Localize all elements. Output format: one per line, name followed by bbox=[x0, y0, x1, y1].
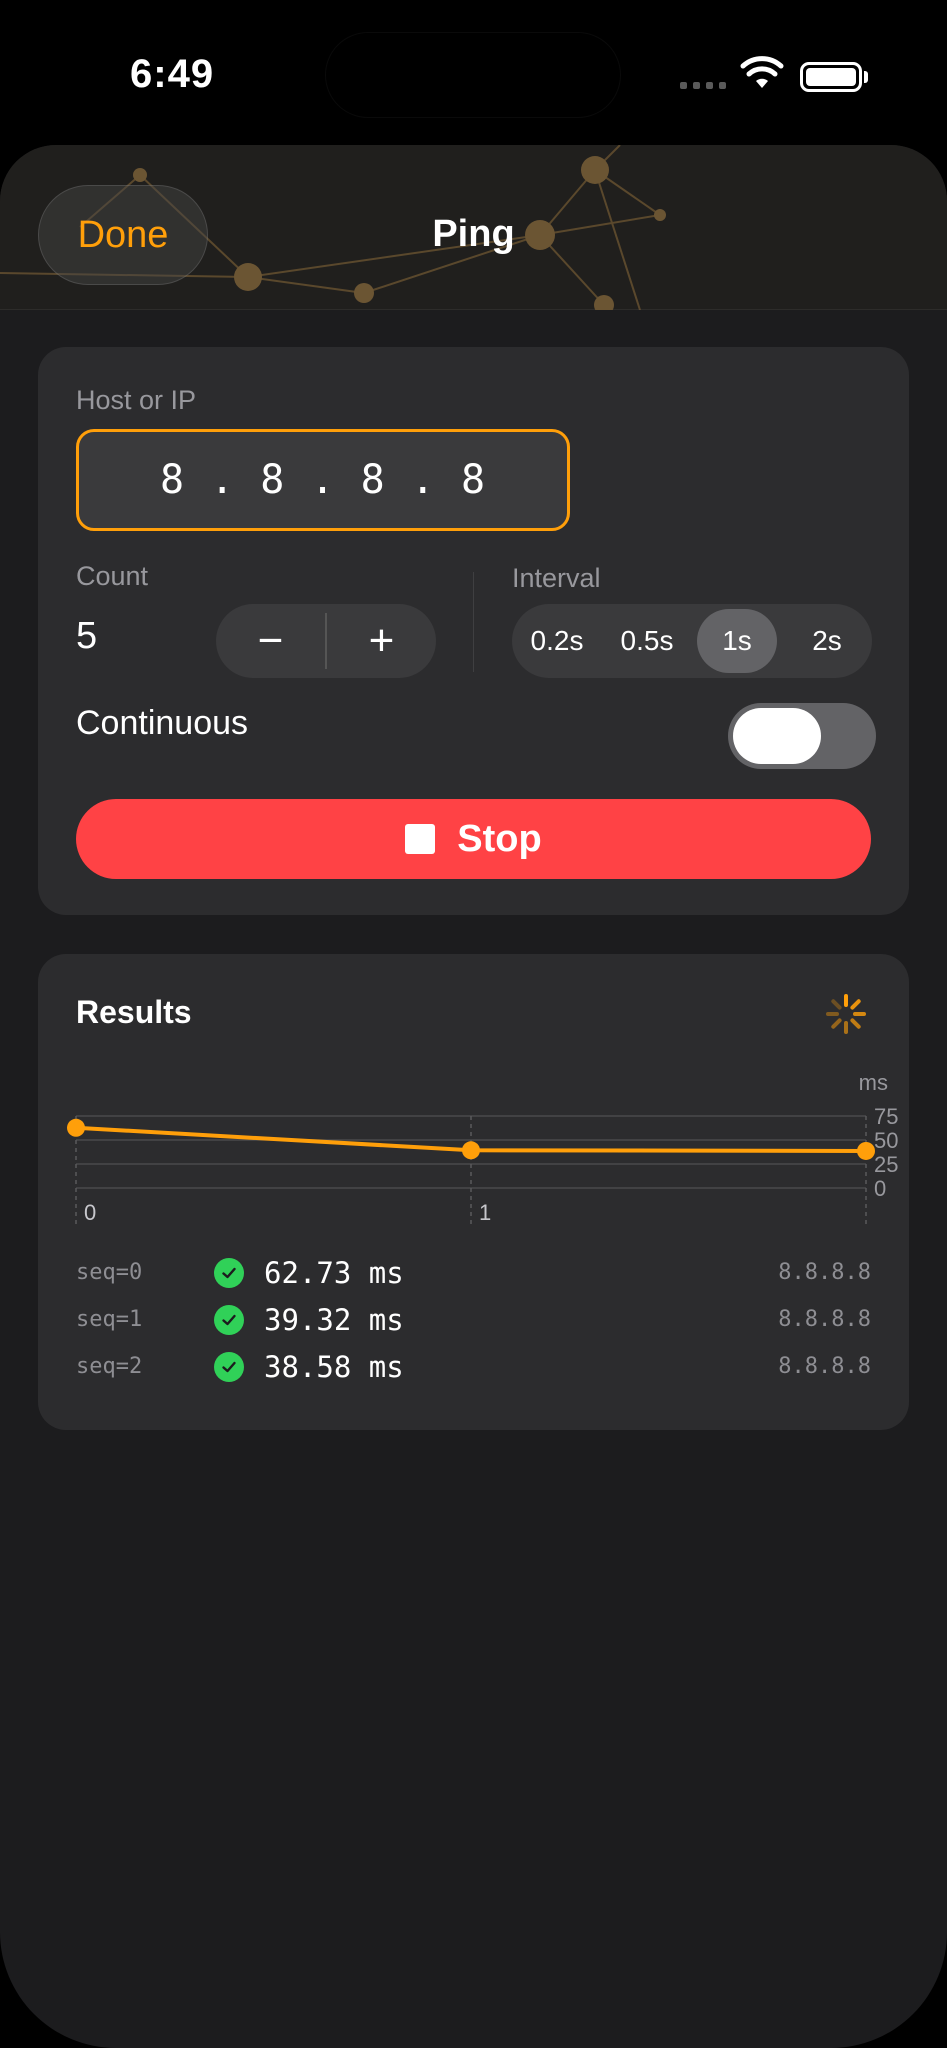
host-input[interactable] bbox=[79, 432, 567, 528]
nav-header: Done Ping bbox=[0, 145, 947, 310]
stop-icon bbox=[405, 824, 436, 854]
ping-sheet: Done Ping Host or IP Count 5 − + Interva… bbox=[0, 145, 947, 2048]
column-divider bbox=[473, 572, 474, 672]
y-axis-unit-label: ms bbox=[859, 1070, 888, 1095]
interval-segmented-control: 0.2s 0.5s 1s 2s bbox=[512, 604, 872, 678]
result-row: seq=2 38.58 ms 8.8.8.8 bbox=[38, 1346, 909, 1393]
increment-button[interactable]: + bbox=[327, 604, 436, 678]
battery-cap bbox=[864, 71, 868, 83]
interval-option-2s[interactable]: 2s bbox=[787, 609, 867, 673]
row-seq: seq=2 bbox=[76, 1354, 143, 1379]
count-stepper: − + bbox=[216, 604, 436, 678]
stop-label: Stop bbox=[457, 817, 542, 860]
dynamic-island bbox=[325, 32, 621, 118]
result-row: seq=0 62.73 ms 8.8.8.8 bbox=[38, 1252, 909, 1299]
row-host: 8.8.8.8 bbox=[778, 1260, 871, 1285]
ping-config-card: Host or IP Count 5 − + Interval 0.2s 0.5… bbox=[38, 347, 909, 915]
x-tick-label-1: 1 bbox=[479, 1200, 491, 1225]
results-title: Results bbox=[76, 994, 192, 1030]
status-bar: 6:49 bbox=[0, 0, 947, 150]
host-field[interactable] bbox=[76, 429, 570, 531]
toggle-knob bbox=[733, 708, 821, 764]
page-title: Ping bbox=[432, 213, 515, 255]
checkmark-icon bbox=[214, 1258, 244, 1288]
row-seq: seq=0 bbox=[76, 1260, 143, 1285]
y-tick-label-75: 75 bbox=[874, 1104, 898, 1129]
y-tick-label-50: 50 bbox=[874, 1128, 898, 1153]
row-time: 62.73 ms bbox=[264, 1256, 404, 1290]
interval-label: Interval bbox=[512, 563, 601, 593]
results-card: Results ms 0 25 50 75 0 1 seq=0 62.73 ms 8.8.8… bbox=[38, 954, 909, 1430]
interval-option-0-5s[interactable]: 0.5s bbox=[607, 609, 687, 673]
stop-button[interactable]: Stop bbox=[76, 799, 871, 879]
status-time: 6:49 bbox=[130, 52, 215, 96]
battery-icon bbox=[800, 62, 862, 92]
continuous-label: Continuous bbox=[76, 704, 249, 742]
count-value: 5 bbox=[76, 615, 98, 657]
data-point-0 bbox=[67, 1118, 85, 1137]
row-host: 8.8.8.8 bbox=[778, 1307, 871, 1332]
y-tick-label-25: 25 bbox=[874, 1152, 898, 1177]
wifi-icon bbox=[740, 56, 784, 88]
cellular-signal-icon bbox=[680, 82, 726, 89]
row-time: 38.58 ms bbox=[264, 1350, 404, 1384]
row-time: 39.32 ms bbox=[264, 1303, 404, 1337]
row-seq: seq=1 bbox=[76, 1307, 143, 1332]
results-list: seq=0 62.73 ms 8.8.8.8 seq=1 39.32 ms 8.… bbox=[38, 1252, 909, 1393]
y-tick-label-0: 0 bbox=[874, 1176, 886, 1201]
activity-spinner-icon bbox=[826, 994, 866, 1034]
row-host: 8.8.8.8 bbox=[778, 1354, 871, 1379]
checkmark-icon bbox=[214, 1352, 244, 1382]
x-tick-label-0: 0 bbox=[84, 1200, 96, 1225]
decrement-button[interactable]: − bbox=[216, 604, 325, 678]
latency-chart: ms02550750 1 bbox=[67, 1070, 898, 1228]
host-label: Host or IP bbox=[76, 385, 197, 415]
count-label: Count bbox=[76, 561, 149, 591]
result-row: seq=1 39.32 ms 8.8.8.8 bbox=[38, 1299, 909, 1346]
interval-option-1s[interactable]: 1s bbox=[697, 609, 777, 673]
checkmark-icon bbox=[214, 1305, 244, 1335]
data-point-2 bbox=[857, 1141, 875, 1160]
continuous-toggle[interactable] bbox=[728, 703, 876, 769]
data-point-1 bbox=[462, 1141, 480, 1160]
interval-option-0-2s[interactable]: 0.2s bbox=[517, 609, 597, 673]
